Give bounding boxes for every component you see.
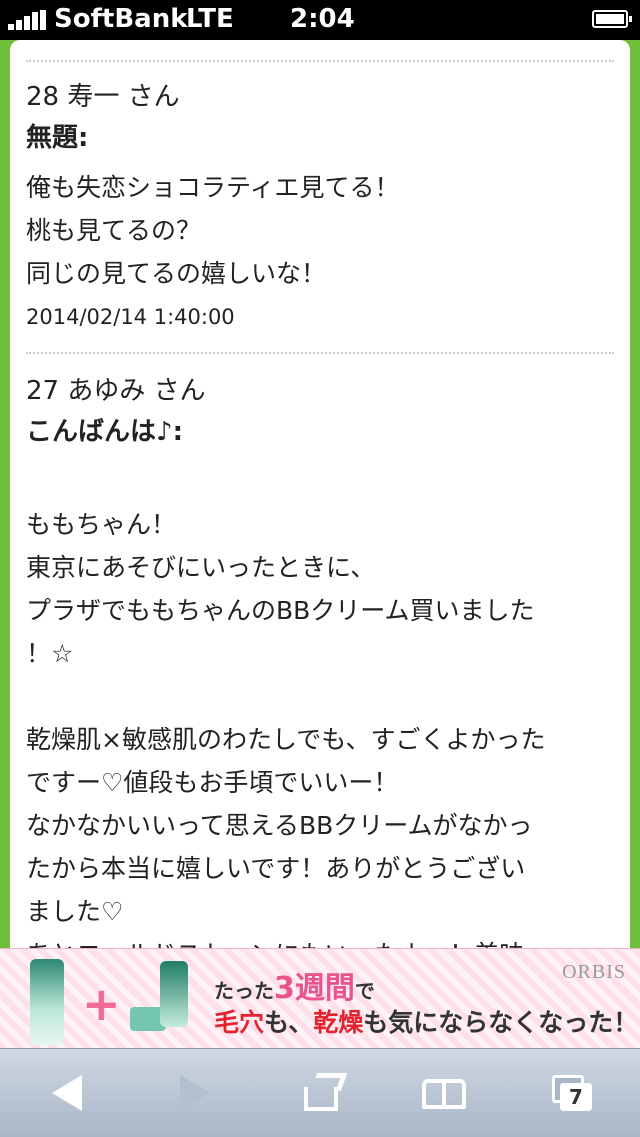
comment-page[interactable]: 28 寿一 さん 無題: 俺も失恋ショコラティエ見てる！ 桃も見てるの？ 同じの…	[0, 40, 640, 948]
tabs-button[interactable]: 7	[548, 1069, 604, 1117]
ad-brand-logo: ORBIS	[562, 961, 626, 983]
comment-title: 無題:	[26, 123, 89, 153]
product-bottle-image	[30, 959, 64, 1045]
ad-headline: たった3週間で	[214, 971, 375, 1006]
divider	[26, 60, 614, 62]
back-button[interactable]	[44, 1069, 100, 1117]
browser-toolbar: 7	[0, 1048, 640, 1137]
comment-author: 28 寿一 さん	[26, 82, 180, 112]
forward-button[interactable]	[172, 1069, 228, 1117]
comment-date: 2014/02/14 1:40:00	[26, 305, 235, 329]
comment-item: 28 寿一 さん 無題: 俺も失恋ショコラティエ見てる！ 桃も見てるの？ 同じの…	[26, 80, 622, 331]
plus-icon: +	[82, 977, 121, 1031]
comment-list[interactable]: 28 寿一 さん 無題: 俺も失恋ショコラティエ見てる！ 桃も見てるの？ 同じの…	[10, 40, 630, 948]
tab-count: 7	[560, 1083, 592, 1111]
status-bar: SoftBank LTE 2:04	[0, 0, 640, 40]
carrier-name: SoftBank	[54, 4, 188, 34]
comment-author: 27 あゆみ さん	[26, 376, 206, 406]
book-icon	[422, 1079, 444, 1109]
status-time: 2:04	[290, 4, 355, 34]
network-type: LTE	[186, 4, 234, 34]
bookmarks-button[interactable]	[420, 1069, 476, 1117]
battery-icon	[592, 10, 632, 28]
ad-subheadline: 毛穴も、乾燥も気にならなくなった！	[214, 1008, 639, 1037]
book-icon	[444, 1079, 466, 1109]
signal-strength-icon	[8, 10, 48, 30]
share-arrow-icon	[310, 1073, 348, 1091]
comment-body: 俺も失恋ショコラティエ見てる！ 桃も見てるの？ 同じの見てるの嬉しいな！	[26, 173, 400, 288]
product-bottle-image	[160, 961, 188, 1027]
comment-title: こんばんは♪:	[26, 417, 183, 447]
divider	[26, 352, 614, 354]
comment-item: 27 あゆみ さん こんばんは♪: ももちゃん！ 東京にあそびにいったときに、 …	[26, 374, 622, 948]
comment-body: ももちゃん！ 東京にあそびにいったときに、 プラザでももちゃんのBBクリーム買い…	[26, 510, 546, 948]
ad-banner[interactable]: + たった3週間で 毛穴も、乾燥も気にならなくなった！ ORBIS	[0, 948, 640, 1049]
share-button[interactable]	[300, 1069, 356, 1117]
